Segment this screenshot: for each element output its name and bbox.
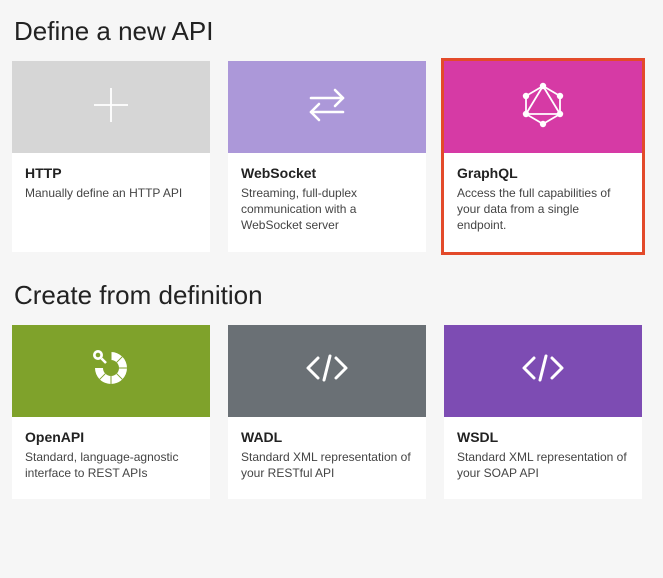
card-title-wadl: WADL (241, 429, 413, 445)
card-body-http: HTTP Manually define an HTTP API (12, 153, 210, 219)
card-top-graphql (444, 61, 642, 153)
card-desc-wsdl: Standard XML representation of your SOAP… (457, 449, 629, 481)
plus-icon (88, 82, 134, 133)
card-openapi[interactable]: OpenAPI Standard, language-agnostic inte… (12, 325, 210, 499)
card-title-openapi: OpenAPI (25, 429, 197, 445)
card-body-wadl: WADL Standard XML representation of your… (228, 417, 426, 499)
card-title-http: HTTP (25, 165, 197, 181)
card-wsdl[interactable]: WSDL Standard XML representation of your… (444, 325, 642, 499)
card-body-wsdl: WSDL Standard XML representation of your… (444, 417, 642, 499)
card-desc-wadl: Standard XML representation of your REST… (241, 449, 413, 481)
graphql-icon (518, 80, 568, 135)
card-body-graphql: GraphQL Access the full capabilities of … (444, 153, 642, 252)
card-desc-openapi: Standard, language-agnostic interface to… (25, 449, 197, 481)
card-graphql[interactable]: GraphQL Access the full capabilities of … (444, 61, 642, 252)
card-body-openapi: OpenAPI Standard, language-agnostic inte… (12, 417, 210, 499)
card-top-openapi (12, 325, 210, 417)
card-wadl[interactable]: WADL Standard XML representation of your… (228, 325, 426, 499)
define-cards-row: HTTP Manually define an HTTP API WebSock… (12, 61, 651, 252)
code-brackets-icon (300, 348, 354, 393)
card-http[interactable]: HTTP Manually define an HTTP API (12, 61, 210, 252)
card-title-websocket: WebSocket (241, 165, 413, 181)
heading-define-api: Define a new API (14, 16, 651, 47)
card-desc-websocket: Streaming, full-duplex communication wit… (241, 185, 413, 234)
card-body-websocket: WebSocket Streaming, full-duplex communi… (228, 153, 426, 252)
card-top-wadl (228, 325, 426, 417)
card-desc-http: Manually define an HTTP API (25, 185, 197, 201)
heading-create-from-definition: Create from definition (14, 280, 651, 311)
card-top-http (12, 61, 210, 153)
create-cards-row: OpenAPI Standard, language-agnostic inte… (12, 325, 651, 499)
card-title-wsdl: WSDL (457, 429, 629, 445)
card-title-graphql: GraphQL (457, 165, 629, 181)
openapi-icon (86, 343, 136, 398)
arrows-bidirectional-icon (301, 82, 353, 133)
card-top-websocket (228, 61, 426, 153)
code-brackets-icon (516, 348, 570, 393)
card-websocket[interactable]: WebSocket Streaming, full-duplex communi… (228, 61, 426, 252)
card-top-wsdl (444, 325, 642, 417)
card-desc-graphql: Access the full capabilities of your dat… (457, 185, 629, 234)
